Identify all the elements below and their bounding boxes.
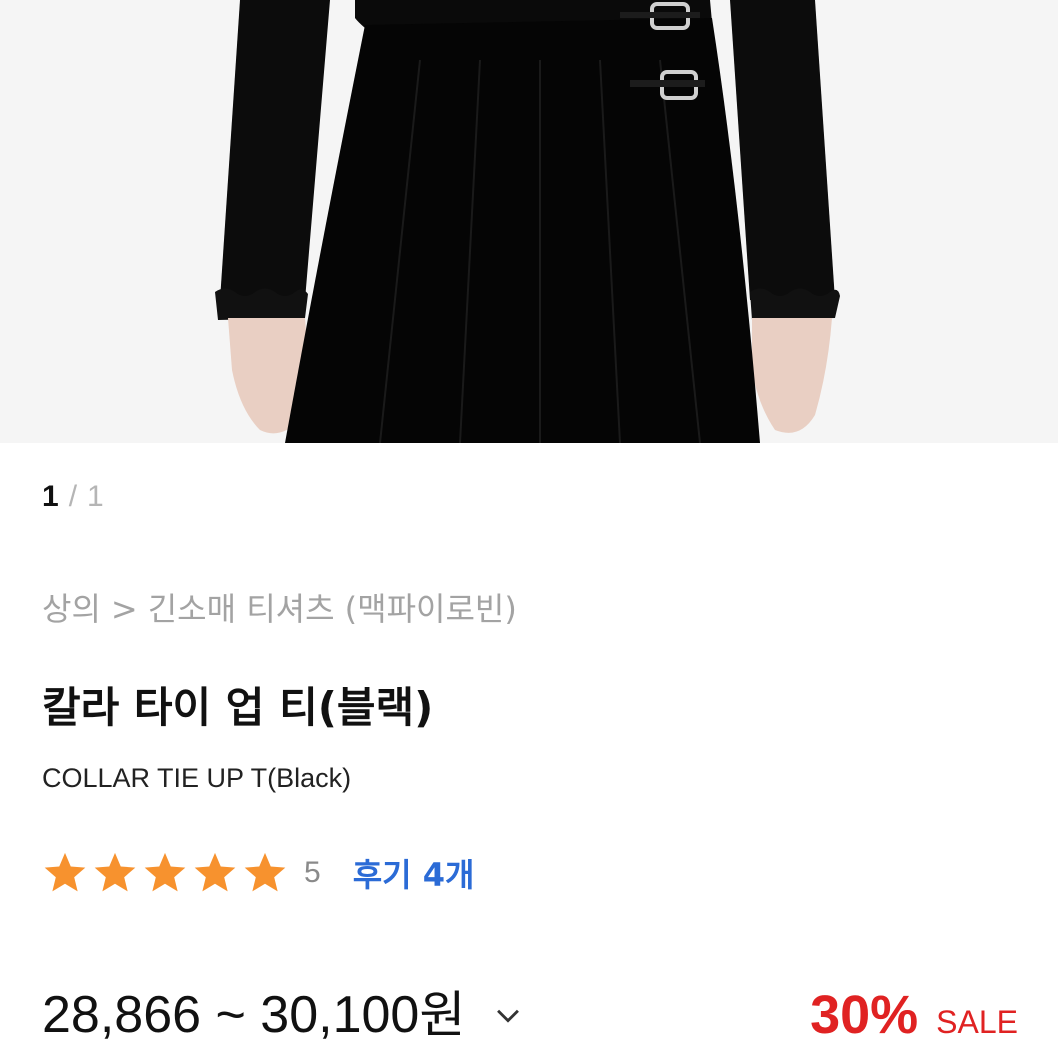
breadcrumb: 상의 > 긴소매 티셔츠 (맥파이로빈) xyxy=(42,587,517,631)
image-counter: 1 / 1 xyxy=(42,477,104,517)
price-row: 28,866 ~ 30,100원 30% SALE xyxy=(42,980,1018,1050)
price-range-value: 28,866 ~ 30,100 xyxy=(42,986,420,1044)
breadcrumb-category[interactable]: 상의 xyxy=(42,590,101,628)
price-currency: 원 xyxy=(419,986,466,1044)
star-rating xyxy=(42,850,292,896)
price-range: 28,866 ~ 30,100원 xyxy=(42,983,465,1047)
sale-label: SALE xyxy=(936,1004,1018,1040)
star-icon xyxy=(44,852,86,892)
star-icon xyxy=(194,852,236,892)
discount-percent: 30% xyxy=(810,985,919,1045)
rating-value: 5 xyxy=(304,856,321,889)
product-title: 칼라 타이 업 티(블랙) xyxy=(42,683,434,732)
chevron-down-icon[interactable] xyxy=(491,998,525,1032)
star-icon xyxy=(144,852,186,892)
breadcrumb-subcategory[interactable]: 긴소매 티셔츠 (맥파이로빈) xyxy=(148,590,517,628)
star-icon xyxy=(244,852,286,892)
star-icon xyxy=(94,852,136,892)
product-photo-illustration xyxy=(0,0,1058,443)
discount-badge: 30% SALE xyxy=(810,984,1018,1046)
breadcrumb-arrow: > xyxy=(110,590,138,628)
review-count-link[interactable]: 후기 4개 xyxy=(353,850,475,896)
product-image[interactable] xyxy=(0,0,1058,443)
image-counter-separator: / xyxy=(68,480,78,513)
rating-row: 5 후기 4개 xyxy=(42,848,474,898)
image-counter-total: 1 xyxy=(87,480,104,513)
image-counter-current: 1 xyxy=(42,480,59,513)
product-subtitle: COLLAR TIE UP T(Black) xyxy=(42,763,352,793)
